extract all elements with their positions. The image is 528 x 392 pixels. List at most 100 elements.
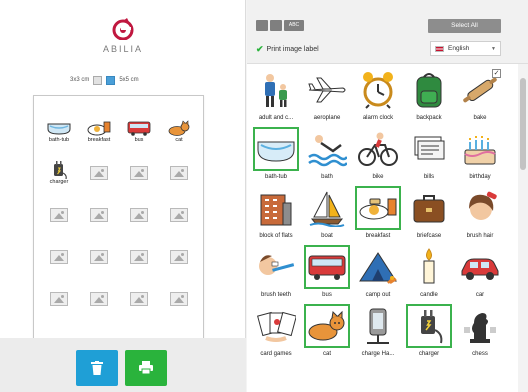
alarm-clock-icon [355,68,401,112]
library-tile[interactable]: breakfast [351,186,405,244]
tile-checkbox[interactable]: ✓ [492,69,501,78]
family-icon [253,68,299,112]
library-tile[interactable]: brush hair [453,186,507,244]
library-tile-label: boat [321,233,333,239]
grid-size-small-label: 3x3 cm [70,77,90,83]
empty-slot[interactable] [122,284,156,314]
library-tile[interactable]: charger [402,304,456,362]
print-sheet: bath-tub breakfast bus cat charger [33,95,204,341]
sheet-cell[interactable]: breakfast [82,116,116,146]
library-tile[interactable]: ✓ bake [453,68,507,126]
grid-size-large-button[interactable] [106,75,116,85]
charger-icon [46,161,72,179]
library-tile[interactable]: bike [351,127,405,185]
cards-icon [253,304,299,348]
delete-button[interactable] [76,350,118,386]
sheet-cell[interactable]: charger [42,158,76,188]
aeroplane-icon [304,68,350,112]
library-tile[interactable]: brush teeth [249,245,303,303]
empty-slot[interactable] [122,158,156,188]
bathtub-icon [253,127,299,171]
library-tile-label: car [475,292,485,298]
empty-slot[interactable] [82,200,116,230]
abc-sort-button[interactable]: ABC [284,20,304,31]
breakfast-icon [355,186,401,230]
toothbrush-icon [253,245,299,289]
grid-large-icon[interactable] [256,20,268,31]
library-tile[interactable]: bus [300,245,354,303]
image-placeholder-icon [170,208,188,222]
library-tile-label: briefcase [416,233,442,239]
image-placeholder-icon [130,208,148,222]
library-tile[interactable]: briefcase [402,186,456,244]
library-tile[interactable]: bills [402,127,456,185]
scrollbar[interactable] [518,64,528,392]
grid-size-small-button[interactable] [93,75,103,85]
bathtub-icon [46,119,72,137]
brush-hair-icon [457,186,503,230]
sheet-cell-label: breakfast [87,137,111,143]
library-tile[interactable]: candle [402,245,456,303]
image-placeholder-icon [170,166,188,180]
empty-slot[interactable] [42,200,76,230]
library-toolbar: ABC Select All ✔ Print image label Engli… [247,0,528,64]
empty-slot[interactable] [82,242,116,272]
scroll-thumb[interactable] [520,78,526,170]
empty-slot[interactable] [162,200,196,230]
sheet-cell[interactable]: cat [162,116,196,146]
sheet-cell[interactable]: bath-tub [42,116,76,146]
print-button[interactable] [125,350,167,386]
cake-icon [457,127,503,171]
image-placeholder-icon [50,250,68,264]
chess-icon [457,304,503,348]
charge-device-icon [355,304,401,348]
select-all-button[interactable]: Select All [428,19,501,33]
empty-slot[interactable] [82,158,116,188]
empty-slot[interactable] [162,284,196,314]
empty-slot[interactable] [82,284,116,314]
library-tile[interactable]: bath-tub [249,127,303,185]
empty-slot[interactable] [122,200,156,230]
bills-icon [406,127,452,171]
library-tile[interactable]: adult and c... [249,68,303,126]
library-tile[interactable]: chess [453,304,507,362]
sheet-cell-label: bath-tub [48,137,70,143]
sheet-cell[interactable]: bus [122,116,156,146]
language-select[interactable]: English ▼ [430,41,501,56]
briefcase-icon [406,186,452,230]
swimmer-icon [304,127,350,171]
empty-slot[interactable] [42,284,76,314]
flag-icon [435,45,444,52]
library-tile[interactable]: charge Ha... [351,304,405,362]
image-placeholder-icon [90,208,108,222]
image-placeholder-icon [170,292,188,306]
chevron-down-icon: ▼ [491,45,496,52]
rolling-pin-icon: ✓ [457,68,503,112]
image-placeholder-icon [130,292,148,306]
library-tile[interactable]: boat [300,186,354,244]
library-tile-label: bath-tub [264,174,288,180]
library-tile[interactable]: cat [300,304,354,362]
empty-slot[interactable] [162,242,196,272]
library-tile[interactable]: birthday [453,127,507,185]
image-placeholder-icon [90,166,108,180]
empty-slot[interactable] [42,242,76,272]
grid-small-icon[interactable] [270,20,282,31]
app: ABILIA 3x3 cm 5x5 cm bath-tub breakfast [0,0,528,392]
library-tile[interactable]: block of flats [249,186,303,244]
print-image-label-toggle[interactable]: ✔ Print image label [256,44,319,55]
logo: ABILIA [0,18,246,54]
library-tile[interactable]: card games [249,304,303,362]
library-tile[interactable]: camp out [351,245,405,303]
library-tile[interactable]: alarm clock [351,68,405,126]
library-tile[interactable]: car [453,245,507,303]
library-tile-label: brush hair [466,233,494,239]
image-placeholder-icon [50,292,68,306]
empty-slot[interactable] [162,158,196,188]
library-tile[interactable]: backpack [402,68,456,126]
bus-icon [126,119,152,137]
library-tile[interactable]: bath [300,127,354,185]
library-tile[interactable]: aeroplane [300,68,354,126]
library-tile-label: breakfast [365,233,391,239]
empty-slot[interactable] [122,242,156,272]
